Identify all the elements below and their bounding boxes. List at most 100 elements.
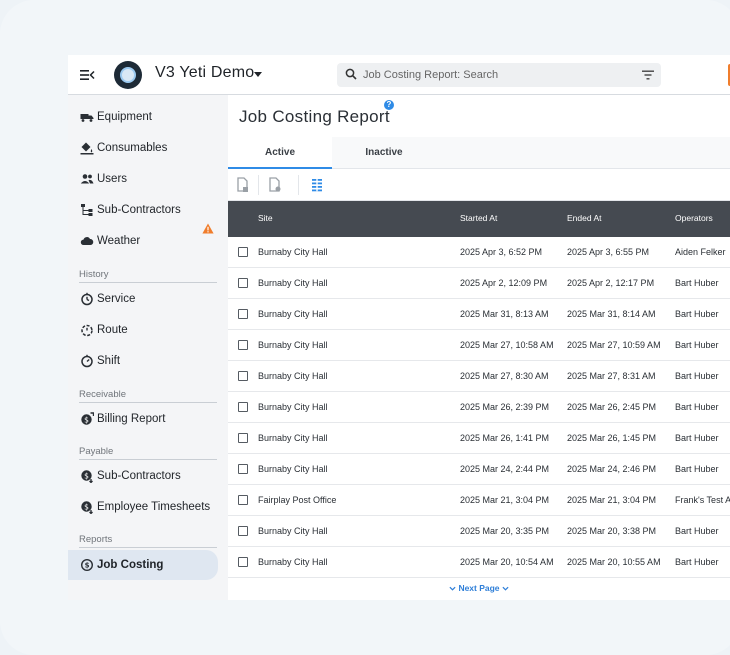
- cell-started-at: 2025 Mar 20, 10:54 AM: [460, 557, 554, 567]
- sidebar-item-sub-contractors[interactable]: Sub-Contractors: [68, 196, 228, 224]
- tab-inactive[interactable]: Inactive: [332, 137, 436, 169]
- cell-operators: Bart Huber: [675, 433, 719, 443]
- column-header-ended-at[interactable]: Ended At: [567, 213, 602, 223]
- cell-ended-at: 2025 Mar 27, 8:31 AM: [567, 371, 656, 381]
- cell-operators: Bart Huber: [675, 464, 719, 474]
- cell-started-at: 2025 Apr 2, 12:09 PM: [460, 278, 548, 288]
- cell-ended-at: 2025 Mar 27, 10:59 AM: [567, 340, 661, 350]
- route-timer-icon: [81, 324, 93, 337]
- table-row[interactable]: Burnaby City Hall 2025 Mar 26, 2:39 PM 202…: [228, 392, 730, 423]
- paint-bucket-icon: [80, 142, 94, 155]
- sidebar-item-route[interactable]: Route: [68, 316, 228, 344]
- row-checkbox[interactable]: [238, 464, 248, 474]
- page-title: Job Costing Report: [239, 107, 390, 126]
- cell-operators: Bart Huber: [675, 557, 719, 567]
- row-checkbox[interactable]: [238, 557, 248, 567]
- cell-site: Burnaby City Hall: [258, 402, 328, 412]
- cell-site: Burnaby City Hall: [258, 371, 328, 381]
- sidebar-item-equipment[interactable]: Equipment: [68, 103, 228, 131]
- cell-operators: Bart Huber: [675, 340, 719, 350]
- table-row[interactable]: Burnaby City Hall 2025 Apr 3, 6:52 PM 2025…: [228, 237, 730, 268]
- row-checkbox[interactable]: [238, 278, 248, 288]
- sidebar-item-label: Users: [97, 173, 128, 185]
- table-row[interactable]: Burnaby City Hall 2025 Mar 27, 8:30 AM 202…: [228, 361, 730, 392]
- table-row[interactable]: Burnaby City Hall 2025 Mar 27, 10:58 AM 20…: [228, 330, 730, 361]
- section-divider: [79, 282, 217, 283]
- yeti-logo-icon: [120, 67, 136, 83]
- chevron-down-icon: [449, 587, 456, 591]
- search-bar: [337, 63, 661, 87]
- sidebar-item-shift[interactable]: Shift: [68, 347, 228, 375]
- column-header-started-at[interactable]: Started At: [460, 213, 497, 223]
- sidebar-item-label: Weather: [97, 235, 141, 247]
- sidebar-item-billing-report[interactable]: $ Billing Report: [68, 405, 228, 433]
- svg-text:$: $: [84, 415, 89, 424]
- cell-ended-at: 2025 Mar 24, 2:46 PM: [567, 464, 657, 474]
- table-row[interactable]: Burnaby City Hall 2025 Mar 24, 2:44 PM 202…: [228, 454, 730, 485]
- sidebar-item-payable-sub-contractors[interactable]: $ Sub-Contractors: [68, 462, 228, 490]
- help-icon[interactable]: ?: [384, 100, 394, 110]
- search-icon: [345, 68, 357, 80]
- cell-operators: Bart Huber: [675, 309, 719, 319]
- top-bar: V3 Yeti Demo: [68, 55, 730, 95]
- section-title-history: History: [79, 269, 109, 280]
- hierarchy-icon: [81, 204, 93, 216]
- cell-ended-at: 2025 Mar 20, 10:55 AM: [567, 557, 661, 567]
- cell-ended-at: 2025 Mar 20, 3:38 PM: [567, 526, 657, 536]
- export-document-icon[interactable]: [234, 176, 252, 194]
- table-row[interactable]: Fairplay Post Office 2025 Mar 21, 3:04 PM…: [228, 485, 730, 516]
- cell-ended-at: 2025 Apr 3, 6:55 PM: [567, 247, 650, 257]
- row-checkbox[interactable]: [238, 495, 248, 505]
- table-row[interactable]: Burnaby City Hall 2025 Apr 2, 12:09 PM 202…: [228, 268, 730, 299]
- sidebar-item-label: Shift: [97, 355, 121, 367]
- columns-icon[interactable]: [308, 176, 326, 194]
- cell-started-at: 2025 Apr 3, 6:52 PM: [460, 247, 543, 257]
- cell-started-at: 2025 Mar 27, 8:30 AM: [460, 371, 549, 381]
- cell-started-at: 2025 Mar 20, 3:35 PM: [460, 526, 550, 536]
- section-title-reports: Reports: [79, 534, 113, 545]
- table-row[interactable]: Burnaby City Hall 2025 Mar 20, 10:54 AM 20…: [228, 547, 730, 578]
- sidebar-item-label: Billing Report: [97, 413, 166, 425]
- cell-started-at: 2025 Mar 26, 2:39 PM: [460, 402, 550, 412]
- cell-site: Burnaby City Hall: [258, 340, 328, 350]
- row-checkbox[interactable]: [238, 309, 248, 319]
- app-title[interactable]: V3 Yeti Demo: [155, 64, 254, 82]
- sidebar-item-label: Sub-Contractors: [97, 470, 181, 482]
- table-row[interactable]: Burnaby City Hall 2025 Mar 31, 8:13 AM 202…: [228, 299, 730, 330]
- tab-active[interactable]: Active: [228, 137, 332, 169]
- table-header: Site Started At Ended At Operators: [228, 201, 730, 237]
- row-checkbox[interactable]: [238, 371, 248, 381]
- row-checkbox[interactable]: [238, 340, 248, 350]
- cell-started-at: 2025 Mar 31, 8:13 AM: [460, 309, 549, 319]
- warning-icon[interactable]: [202, 223, 214, 234]
- sidebar-item-consumables[interactable]: Consumables: [68, 134, 228, 162]
- toolbar-divider: [258, 175, 259, 195]
- table-row[interactable]: Burnaby City Hall 2025 Mar 20, 3:35 PM 202…: [228, 516, 730, 547]
- row-checkbox[interactable]: [238, 433, 248, 443]
- table-row[interactable]: Burnaby City Hall 2025 Mar 26, 1:41 PM 202…: [228, 423, 730, 454]
- sidebar-item-users[interactable]: Users: [68, 165, 228, 193]
- row-checkbox[interactable]: [238, 526, 248, 536]
- row-checkbox[interactable]: [238, 402, 248, 412]
- sidebar-item-employee-timesheets[interactable]: $ Employee Timesheets: [68, 493, 228, 521]
- company-logo[interactable]: [114, 61, 142, 89]
- filter-icon[interactable]: [642, 70, 654, 80]
- sidebar-item-service[interactable]: Service: [68, 285, 228, 313]
- svg-text:$: $: [84, 471, 89, 480]
- billing-icon: $: [81, 412, 94, 425]
- sidebar-item-label: Consumables: [97, 142, 168, 154]
- section-divider: [79, 547, 217, 548]
- cell-ended-at: 2025 Mar 21, 3:04 PM: [567, 495, 657, 505]
- collapse-menu-icon[interactable]: [79, 67, 95, 83]
- cell-ended-at: 2025 Apr 2, 12:17 PM: [567, 278, 655, 288]
- chevron-down-icon[interactable]: [254, 72, 262, 77]
- import-document-icon[interactable]: [266, 176, 284, 194]
- next-page-button[interactable]: Next Page: [228, 577, 730, 600]
- sidebar-item-job-costing[interactable]: $ Job Costing: [68, 550, 218, 580]
- search-input[interactable]: [363, 63, 623, 87]
- section-title-payable: Payable: [79, 446, 114, 457]
- column-header-operators[interactable]: Operators: [675, 213, 713, 223]
- column-header-site[interactable]: Site: [258, 213, 273, 223]
- cell-operators: Frank's Test A: [675, 495, 730, 505]
- row-checkbox[interactable]: [238, 247, 248, 257]
